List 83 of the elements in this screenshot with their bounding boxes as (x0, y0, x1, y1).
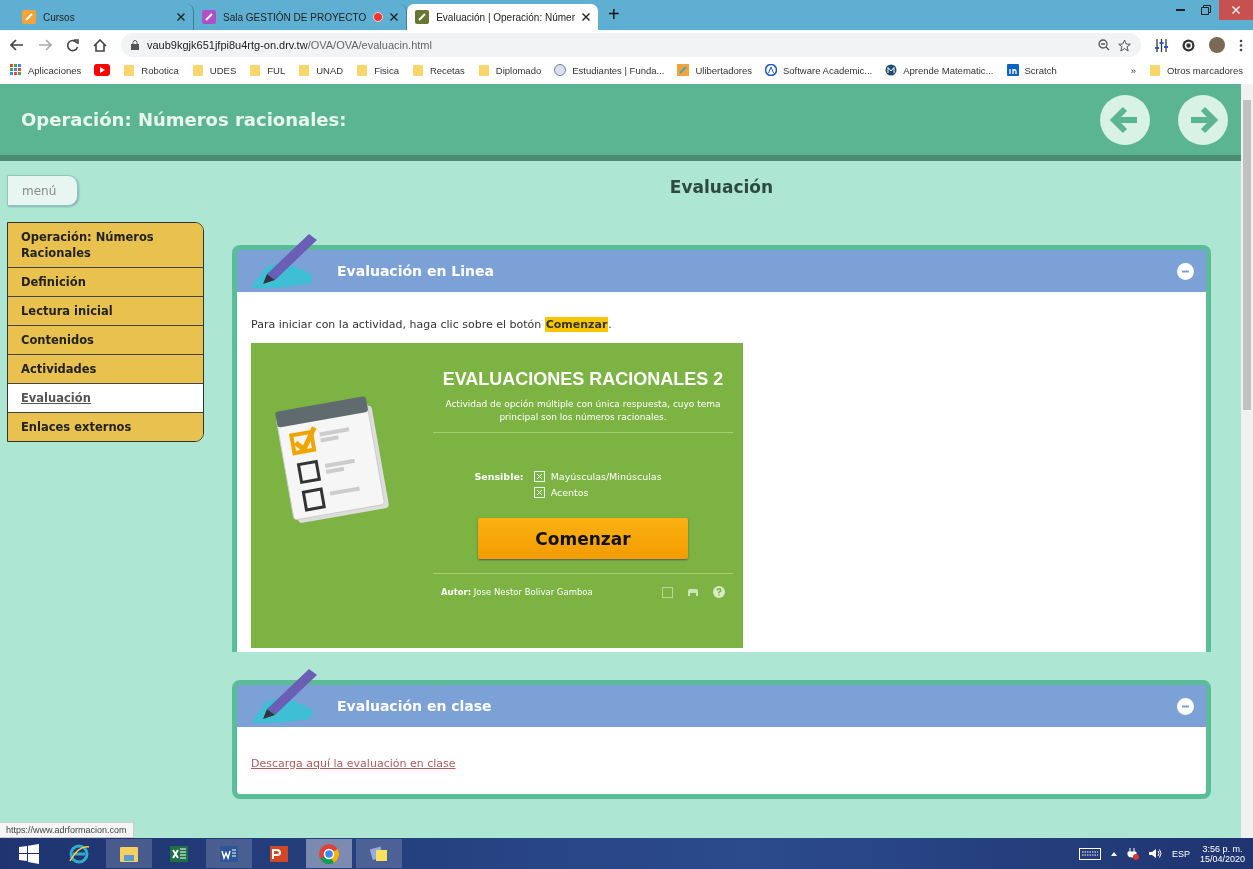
puzzle-icon (415, 10, 430, 24)
address-bar[interactable]: vaub9kgjk651jfpi8u4rtg-on.drv.tw/OVA/OVA/evaluacin.html (121, 33, 1141, 57)
new-tab-button[interactable]: + (597, 3, 630, 30)
minimize-icon[interactable] (1175, 9, 1185, 11)
windows-logo-icon[interactable] (18, 842, 40, 865)
lock-icon (131, 40, 139, 50)
bookmark[interactable]: Estudiantes | Funda... (554, 64, 665, 76)
collapse-icon[interactable] (1177, 262, 1194, 280)
quiz-description: Actividad de opción múltiple con única respuesta, cuyo tema principal son los números racionales. (444, 398, 722, 424)
power-plug-icon[interactable] (1126, 847, 1139, 860)
folder-icon (411, 64, 424, 76)
section-heading: Evaluación (668, 177, 775, 197)
seal-icon (554, 64, 567, 76)
bookmark[interactable]: Ulibertadores (677, 64, 752, 76)
avatar-icon[interactable] (1209, 37, 1225, 53)
bookmark[interactable]: Robotica (123, 64, 179, 76)
keyboard-icon[interactable] (1078, 847, 1101, 860)
checkbox-label: Acentos (550, 487, 589, 498)
circle-a-icon (764, 64, 777, 76)
reload-icon[interactable] (66, 38, 79, 52)
instruction-text: Para iniciar con la actividad, haga clic sobre el botón Comenzar. (251, 318, 613, 331)
bookmark[interactable]: Otros marcadores (1148, 64, 1243, 76)
bookmark[interactable]: Aplicaciones (10, 64, 82, 76)
caret-up-icon[interactable] (1110, 851, 1117, 856)
e-logo-icon[interactable] (68, 842, 90, 865)
sidebar-item[interactable]: Operación: Números Racionales (8, 223, 203, 268)
home-icon[interactable] (93, 38, 107, 52)
circle-m-icon (885, 64, 898, 76)
url-text: vaub9kgjk651jfpi8u4rtg-on.drv.tw/OVA/OVA/evaluacin.html (147, 39, 432, 51)
circle-e-icon[interactable] (1182, 38, 1195, 52)
folder-icon (298, 64, 311, 76)
menu-icon[interactable] (1239, 38, 1243, 52)
pencil-icon (22, 10, 36, 24)
speaker-icon[interactable] (1148, 848, 1162, 859)
apps-grid-icon (10, 64, 22, 76)
star-icon[interactable] (1118, 38, 1131, 52)
page-title: Operación: Números racionales: (21, 109, 348, 130)
close-tab-icon[interactable] (390, 13, 399, 21)
close-tab-icon[interactable] (581, 13, 590, 21)
scrollbar[interactable] (1241, 84, 1253, 838)
sidebar-item[interactable]: Evaluación (8, 384, 203, 413)
panel-title: Evaluación en Linea (337, 263, 495, 279)
status-url: https://www.adrformacion.com (0, 822, 134, 838)
back-arrow-icon[interactable] (10, 39, 24, 51)
equalizer-icon[interactable] (1155, 38, 1168, 52)
folder-icon (123, 64, 136, 76)
restore-icon[interactable] (1201, 5, 1211, 15)
bookmark[interactable]: Aprende Matematic... (885, 64, 994, 76)
bookmark[interactable]: Software Academic... (764, 64, 873, 76)
close-icon[interactable] (1232, 6, 1240, 14)
pencil-icon (677, 64, 690, 76)
zoom-out-icon[interactable] (1098, 39, 1110, 51)
clock-time[interactable]: 3:56 p. m. (1202, 843, 1243, 854)
bookmark[interactable]: FUL (249, 64, 286, 76)
download-link[interactable]: Descarga aquí la evaluación en clase (251, 757, 456, 770)
option-label: Sensible: (474, 471, 524, 482)
play-icon (202, 10, 216, 24)
bookmark[interactable]: Fisica (356, 64, 399, 76)
checkbox[interactable] (533, 487, 545, 498)
close-tab-icon[interactable] (177, 13, 185, 21)
collapse-icon[interactable] (1177, 697, 1194, 715)
more-bookmarks-button[interactable]: » (1130, 64, 1136, 76)
start-button[interactable]: Comenzar (478, 518, 688, 559)
folder-icon (356, 64, 369, 76)
bookmark[interactable]: Scratch (1006, 64, 1057, 76)
chrome-logo-icon[interactable] (318, 842, 340, 865)
folder-icon (1148, 64, 1161, 76)
folder-icon (249, 64, 262, 76)
folder-icon (191, 64, 204, 76)
bookmark[interactable]: Diplomado (477, 64, 542, 76)
bookmark[interactable]: Recetas (411, 64, 465, 76)
folder-icon (477, 64, 490, 76)
panel-title: Evaluación en clase (337, 698, 493, 714)
in-logo-icon (1006, 64, 1019, 76)
checkbox[interactable] (533, 471, 545, 482)
bookmark[interactable]: UNAD (298, 64, 344, 76)
bookmark[interactable]: UDES (191, 64, 237, 76)
language-indicator[interactable]: ESP (1171, 848, 1190, 859)
browser-tab[interactable]: Evaluación | Operación: Númer (407, 4, 598, 30)
author-text: Autor: Jose Nestor Bolivar Gamboa (441, 587, 594, 597)
clock-date[interactable]: 15/04/2020 (1199, 853, 1245, 864)
checkbox-label: Mayúsculas/Minúsculas (550, 471, 662, 482)
quiz-title: EVALUACIONES RACIONALES 2 (442, 369, 724, 390)
